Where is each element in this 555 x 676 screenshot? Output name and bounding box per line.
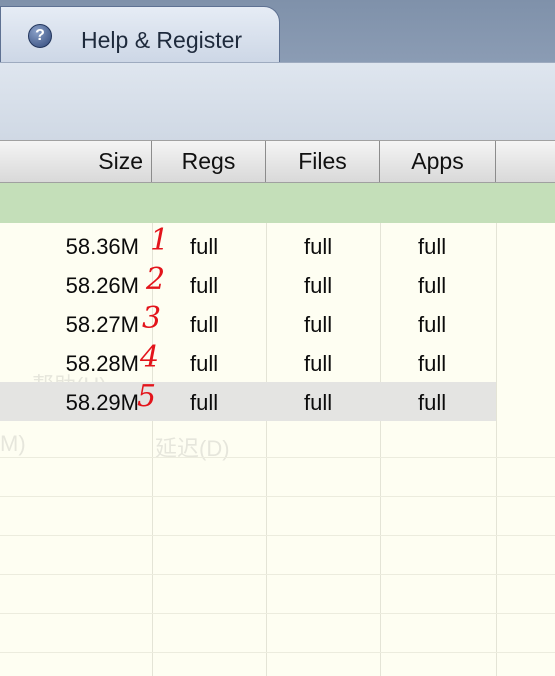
apps-cell: full [418,312,447,337]
tab-help-register[interactable]: ? Help & Register [0,6,280,62]
files-cell: full [304,351,333,376]
table-row-selected[interactable]: 58.29M 5 full full full [0,379,496,421]
size-cell: 58.26M [65,273,139,298]
size-cell: 58.28M [65,351,139,376]
column-header-apps[interactable]: Apps [380,141,496,182]
regs-cell: full [190,390,219,415]
column-header-filler [496,141,555,182]
column-header-size[interactable]: Size [0,141,152,182]
regs-cell: full [190,234,219,259]
apps-cell: full [418,390,447,415]
grid-line [0,496,555,497]
ghost-toolbar-text: M) [0,431,26,456]
grid-line [0,457,555,458]
grid-line [0,535,555,536]
ghost-delay-text: 延迟(D) [155,436,230,461]
tab-label: Help & Register [81,27,243,53]
grid-line [0,613,555,614]
table-row[interactable]: 58.27M 3 full full full [0,301,555,343]
data-grid: 帮助(H) M) 延迟(D) 58.36M 1 full full full 5… [0,223,555,676]
annotation-mark: 1 [150,223,170,258]
files-cell: full [304,273,333,298]
regs-cell: full [190,273,219,298]
regs-cell: full [190,312,219,337]
apps-cell: full [418,273,447,298]
grid-line [0,574,555,575]
tab-strip: ? Help & Register [0,0,555,62]
annotation-mark: 2 [146,262,166,297]
table-row[interactable]: 58.36M 1 full full full [0,223,555,265]
annotation-mark: 4 [140,340,160,375]
annotation-mark: 5 [137,379,157,414]
help-icon: ? [28,24,52,48]
apps-cell: full [418,234,447,259]
table-row[interactable]: 58.26M 2 full full full [0,262,555,304]
size-cell: 58.27M [65,312,139,337]
toolbar [0,62,555,141]
size-cell: 58.36M [65,234,139,259]
column-header-files[interactable]: Files [266,141,380,182]
column-header-row: Size Regs Files Apps [0,140,555,183]
column-header-regs[interactable]: Regs [152,141,266,182]
group-row[interactable] [0,183,555,223]
regs-cell: full [190,351,219,376]
files-cell: full [304,312,333,337]
grid-line [0,652,555,653]
annotation-mark: 3 [142,301,162,336]
apps-cell: full [418,351,447,376]
files-cell: full [304,390,333,415]
table-row[interactable]: 58.28M 4 full full full [0,340,555,382]
files-cell: full [304,234,333,259]
size-cell: 58.29M [65,390,139,415]
